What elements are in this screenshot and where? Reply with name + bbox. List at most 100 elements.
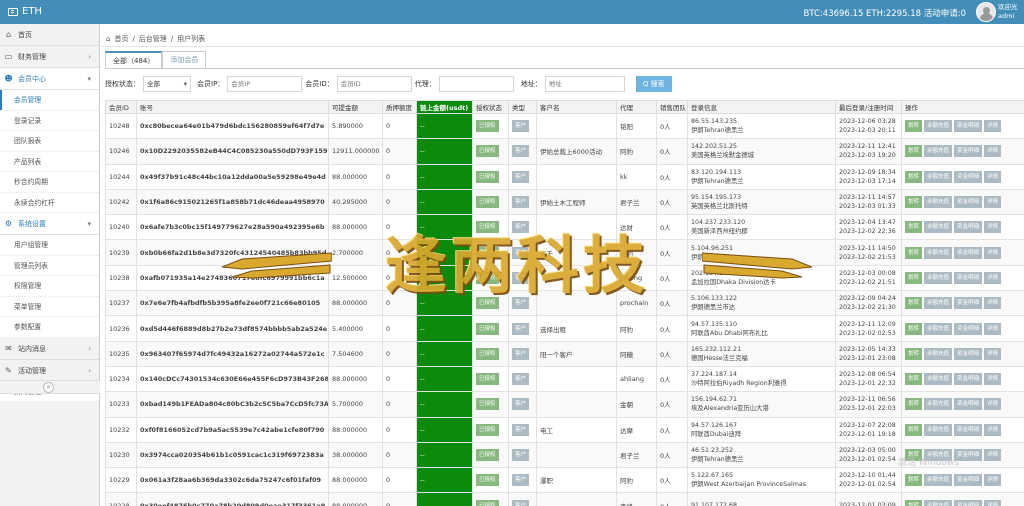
details-button[interactable]: 详情 [984,170,1002,183]
sidebar-collapse-bar[interactable]: « [0,380,100,394]
customer-badge[interactable]: 客户 [512,297,530,310]
double-chevron-left-icon[interactable]: « [43,382,54,393]
authorized-button[interactable]: 已授权 [476,373,499,386]
sidebar-subitem[interactable]: 团队报表 [0,131,99,152]
details-button[interactable]: 详情 [984,474,1002,487]
transfer-button[interactable]: 划转 [905,196,923,209]
account-link[interactable]: 0x140cDCc74301534c630E66e455F6cD973B43F2… [136,365,329,393]
sidebar-subitem[interactable]: 权限管理 [0,276,99,297]
recharge-button[interactable]: 余额充值 [924,322,953,335]
sidebar-item-3[interactable]: ⚙ 系统设置 ▾ [0,213,99,235]
transfer-button[interactable]: 划转 [905,145,923,158]
transfer-button[interactable]: 划转 [905,120,923,133]
fund-details-button[interactable]: 资金明细 [954,120,983,133]
account-link[interactable]: 0xbad149b1FEADa804c80bC3b2c5C5ba7CcD5fc7… [136,391,329,418]
fund-details-button[interactable]: 资金明细 [954,246,983,259]
details-button[interactable]: 详情 [984,221,1002,234]
details-button[interactable]: 详情 [984,297,1002,310]
fund-details-button[interactable]: 资金明细 [954,423,983,436]
transfer-button[interactable]: 划转 [905,322,923,335]
account-link[interactable]: 0x3974cca020354b61b1c0591cac1c319f697238… [136,441,329,469]
recharge-button[interactable]: 余额充值 [924,297,953,310]
column-header[interactable]: 会员ID [105,100,137,114]
authorized-button[interactable]: 已授权 [476,423,499,436]
account-link[interactable]: 0xafb071935a14e2748360717e8fc6979991bb6c… [136,264,329,292]
recharge-button[interactable]: 余额充值 [924,120,953,133]
sidebar-item-2[interactable]: ☻ 会员中心 ▾ [0,68,99,90]
sales-team-link[interactable]: 0人 [656,467,688,494]
account-link[interactable]: 0xd5d446f6889d8b27b2e73df8574bbbb5ab2a52… [136,315,329,342]
fund-details-button[interactable]: 资金明细 [954,170,983,183]
authorized-button[interactable]: 已授权 [476,170,499,183]
breadcrumb-home[interactable]: 首页 [114,34,128,44]
customer-badge[interactable]: 客户 [512,170,530,183]
transfer-button[interactable]: 划转 [905,373,923,386]
customer-badge[interactable]: 客户 [512,398,530,411]
customer-badge[interactable]: 客户 [512,322,530,335]
sales-team-link[interactable]: 0人 [656,163,688,190]
sidebar-subitem[interactable]: 永续合约杠杆 [0,192,99,213]
sidebar-subitem[interactable]: 菜单管理 [0,296,99,317]
sales-team-link[interactable]: 0人 [656,290,688,317]
sidebar-subitem[interactable]: 参数配置 [0,317,99,338]
authorized-button[interactable]: 已授权 [476,322,499,335]
account-link[interactable]: 0x10D2292035582eB44C4C085230a550dD793F15… [136,138,329,165]
recharge-button[interactable]: 余额充值 [924,474,953,487]
authorized-button[interactable]: 已授权 [476,297,499,310]
search-button[interactable]: Q 搜索 [635,76,672,92]
transfer-button[interactable]: 划转 [905,398,923,411]
tab-all[interactable]: 全部（484） [105,51,163,69]
authorized-button[interactable]: 已授权 [476,271,499,284]
authorized-button[interactable]: 已授权 [476,474,499,487]
sales-team-link[interactable]: 0人 [656,340,688,367]
customer-badge[interactable]: 客户 [512,474,530,487]
details-button[interactable]: 详情 [984,398,1002,411]
authorized-button[interactable]: 已授权 [476,145,499,158]
recharge-button[interactable]: 余额充值 [924,347,953,360]
sales-team-link[interactable]: 0人 [656,214,688,241]
transfer-button[interactable]: 划转 [905,423,923,436]
account-link[interactable]: 0x7e6e7fb4afbdfb5b395a8fe2ee0f721c66e801… [136,290,329,317]
sidebar-item-5[interactable]: ✎ 活动管理 › [0,360,99,382]
authorized-button[interactable]: 已授权 [476,196,499,209]
recharge-button[interactable]: 余额充值 [924,423,953,436]
customer-badge[interactable]: 客户 [512,499,530,506]
details-button[interactable]: 详情 [984,271,1002,284]
details-button[interactable]: 详情 [984,499,1002,506]
transfer-button[interactable]: 划转 [905,221,923,234]
customer-badge[interactable]: 客户 [512,347,530,360]
details-button[interactable]: 详情 [984,246,1002,259]
customer-badge[interactable]: 客户 [512,423,530,436]
details-button[interactable]: 详情 [984,373,1002,386]
fund-details-button[interactable]: 资金明细 [954,499,983,506]
fund-details-button[interactable]: 资金明细 [954,474,983,487]
recharge-button[interactable]: 余额充值 [924,196,953,209]
authorized-button[interactable]: 已授权 [476,499,499,506]
sales-team-link[interactable]: 0人 [656,416,688,443]
account-link[interactable]: 0x49f37b91c48c44bc10a12dda00a5e59298e49e… [136,163,329,190]
app-logo[interactable]: ETH [8,6,42,17]
fund-details-button[interactable]: 资金明细 [954,221,983,234]
sales-team-link[interactable]: 0人 [656,315,688,342]
details-button[interactable]: 详情 [984,145,1002,158]
user-menu[interactable]: 欢迎光 admi [998,3,1024,21]
fund-details-button[interactable]: 资金明细 [954,373,983,386]
sales-team-link[interactable]: 0人 [656,365,688,393]
authorized-button[interactable]: 已授权 [476,221,499,234]
authorized-button[interactable]: 已授权 [476,398,499,411]
customer-badge[interactable]: 客户 [512,373,530,386]
sales-team-link[interactable]: 0人 [656,138,688,165]
customer-badge[interactable]: 客户 [512,449,530,461]
account-link[interactable]: 0x6afe7b3c0bc15f149779627e28a590a492395e… [136,214,329,241]
column-header[interactable]: 最后登录/注册时间 [835,100,902,114]
fund-details-button[interactable]: 资金明细 [954,322,983,335]
sidebar-subitem[interactable]: 秒合约周期 [0,172,99,193]
customer-badge[interactable]: 客户 [512,246,530,259]
customer-badge[interactable]: 客户 [512,271,530,284]
sales-team-link[interactable]: 0人 [656,239,688,266]
account-link[interactable]: 0xf0f8166052cd7b9a5ac5539e7c42abe1cfe80f… [136,416,329,443]
recharge-button[interactable]: 余额充值 [924,499,953,506]
account-link[interactable]: 0x963407f65974d7fc49432a16272a02744a572e… [136,340,329,367]
transfer-button[interactable]: 划转 [905,474,923,487]
details-button[interactable]: 详情 [984,449,1002,461]
